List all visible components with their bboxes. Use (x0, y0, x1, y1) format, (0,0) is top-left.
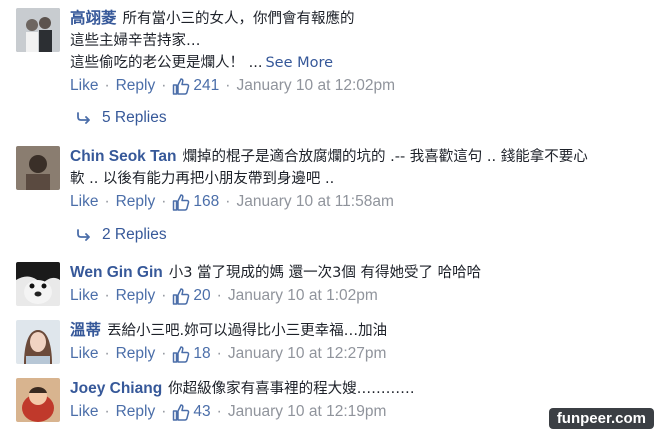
thumbs-up-icon (173, 288, 190, 305)
avatar[interactable] (16, 378, 60, 422)
comment-text-line: 軟 .. 以後有能力再把小朋友帶到身邊吧 .. (70, 171, 335, 187)
timestamp[interactable]: January 10 at 12:19pm (228, 403, 387, 421)
avatar[interactable] (16, 8, 60, 52)
view-replies-link[interactable]: 5 Replies (76, 109, 167, 127)
comment-author[interactable]: Chin Seok Tan (70, 148, 177, 165)
comment-text-line: 丟給小三吧.妳可以過得比小三更幸福…加油 (107, 323, 388, 339)
comment-author[interactable]: Joey Chiang (70, 380, 162, 397)
like-count[interactable]: 43 (172, 403, 211, 421)
comment-author[interactable]: 高翊菱 (70, 10, 117, 27)
comment-text-line: 爛掉的棍子是適合放腐爛的坑的 .-- 我喜歡這句 .. 錢能拿不要心 (182, 149, 588, 165)
avatar[interactable] (16, 320, 60, 364)
see-more-link[interactable]: See More (265, 55, 333, 71)
like-count[interactable]: 168 (172, 193, 219, 211)
reply-button[interactable]: Reply (116, 77, 156, 95)
timestamp[interactable]: January 10 at 1:02pm (228, 287, 378, 305)
reply-arrow-icon (77, 229, 90, 241)
thumbs-up-icon (173, 194, 190, 211)
reply-button[interactable]: Reply (116, 403, 156, 421)
like-count-value: 43 (193, 403, 211, 420)
comment-text-line: 這些偷吃的老公更是爛人！ ... (70, 55, 263, 71)
reply-button[interactable]: Reply (116, 193, 156, 211)
like-count-value: 168 (193, 193, 220, 210)
timestamp[interactable]: January 10 at 11:58am (236, 193, 393, 211)
view-replies-label: 5 Replies (102, 109, 167, 126)
reply-arrow-icon (77, 112, 90, 124)
timestamp[interactable]: January 10 at 12:02pm (236, 77, 395, 95)
like-button[interactable]: Like (70, 403, 98, 421)
comment-author[interactable]: Wen Gin Gin (70, 264, 163, 281)
reply-button[interactable]: Reply (116, 345, 156, 363)
comment-text-line: 你超級像家有喜事裡的程大嫂………… (168, 381, 415, 397)
like-button[interactable]: Like (70, 345, 98, 363)
like-button[interactable]: Like (70, 77, 98, 95)
thumbs-up-icon (173, 346, 190, 363)
like-button[interactable]: Like (70, 193, 98, 211)
comment-text-line: 這些主婦辛苦持家… (70, 33, 201, 49)
comment-text-line: 所有當小三的女人，你們會有報應的 (122, 11, 355, 27)
thumbs-up-icon (173, 78, 190, 95)
like-button[interactable]: Like (70, 287, 98, 305)
like-count-value: 20 (193, 287, 211, 304)
like-count[interactable]: 18 (172, 345, 211, 363)
avatar[interactable] (16, 146, 60, 190)
reply-button[interactable]: Reply (116, 287, 156, 305)
like-count[interactable]: 241 (172, 77, 219, 95)
thumbs-up-icon (173, 404, 190, 421)
avatar[interactable] (16, 262, 60, 306)
timestamp[interactable]: January 10 at 12:27pm (228, 345, 387, 363)
like-count-value: 241 (193, 77, 220, 94)
watermark: funpeer.com (548, 408, 654, 429)
comment-text-line: 小3 當了現成的媽 還一次3個 有得她受了 哈哈哈 (168, 265, 482, 281)
comment-author[interactable]: 溫蒂 (70, 322, 101, 339)
view-replies-label: 2 Replies (102, 226, 167, 243)
view-replies-link[interactable]: 2 Replies (76, 226, 167, 244)
like-count[interactable]: 20 (172, 287, 211, 305)
like-count-value: 18 (193, 345, 211, 362)
